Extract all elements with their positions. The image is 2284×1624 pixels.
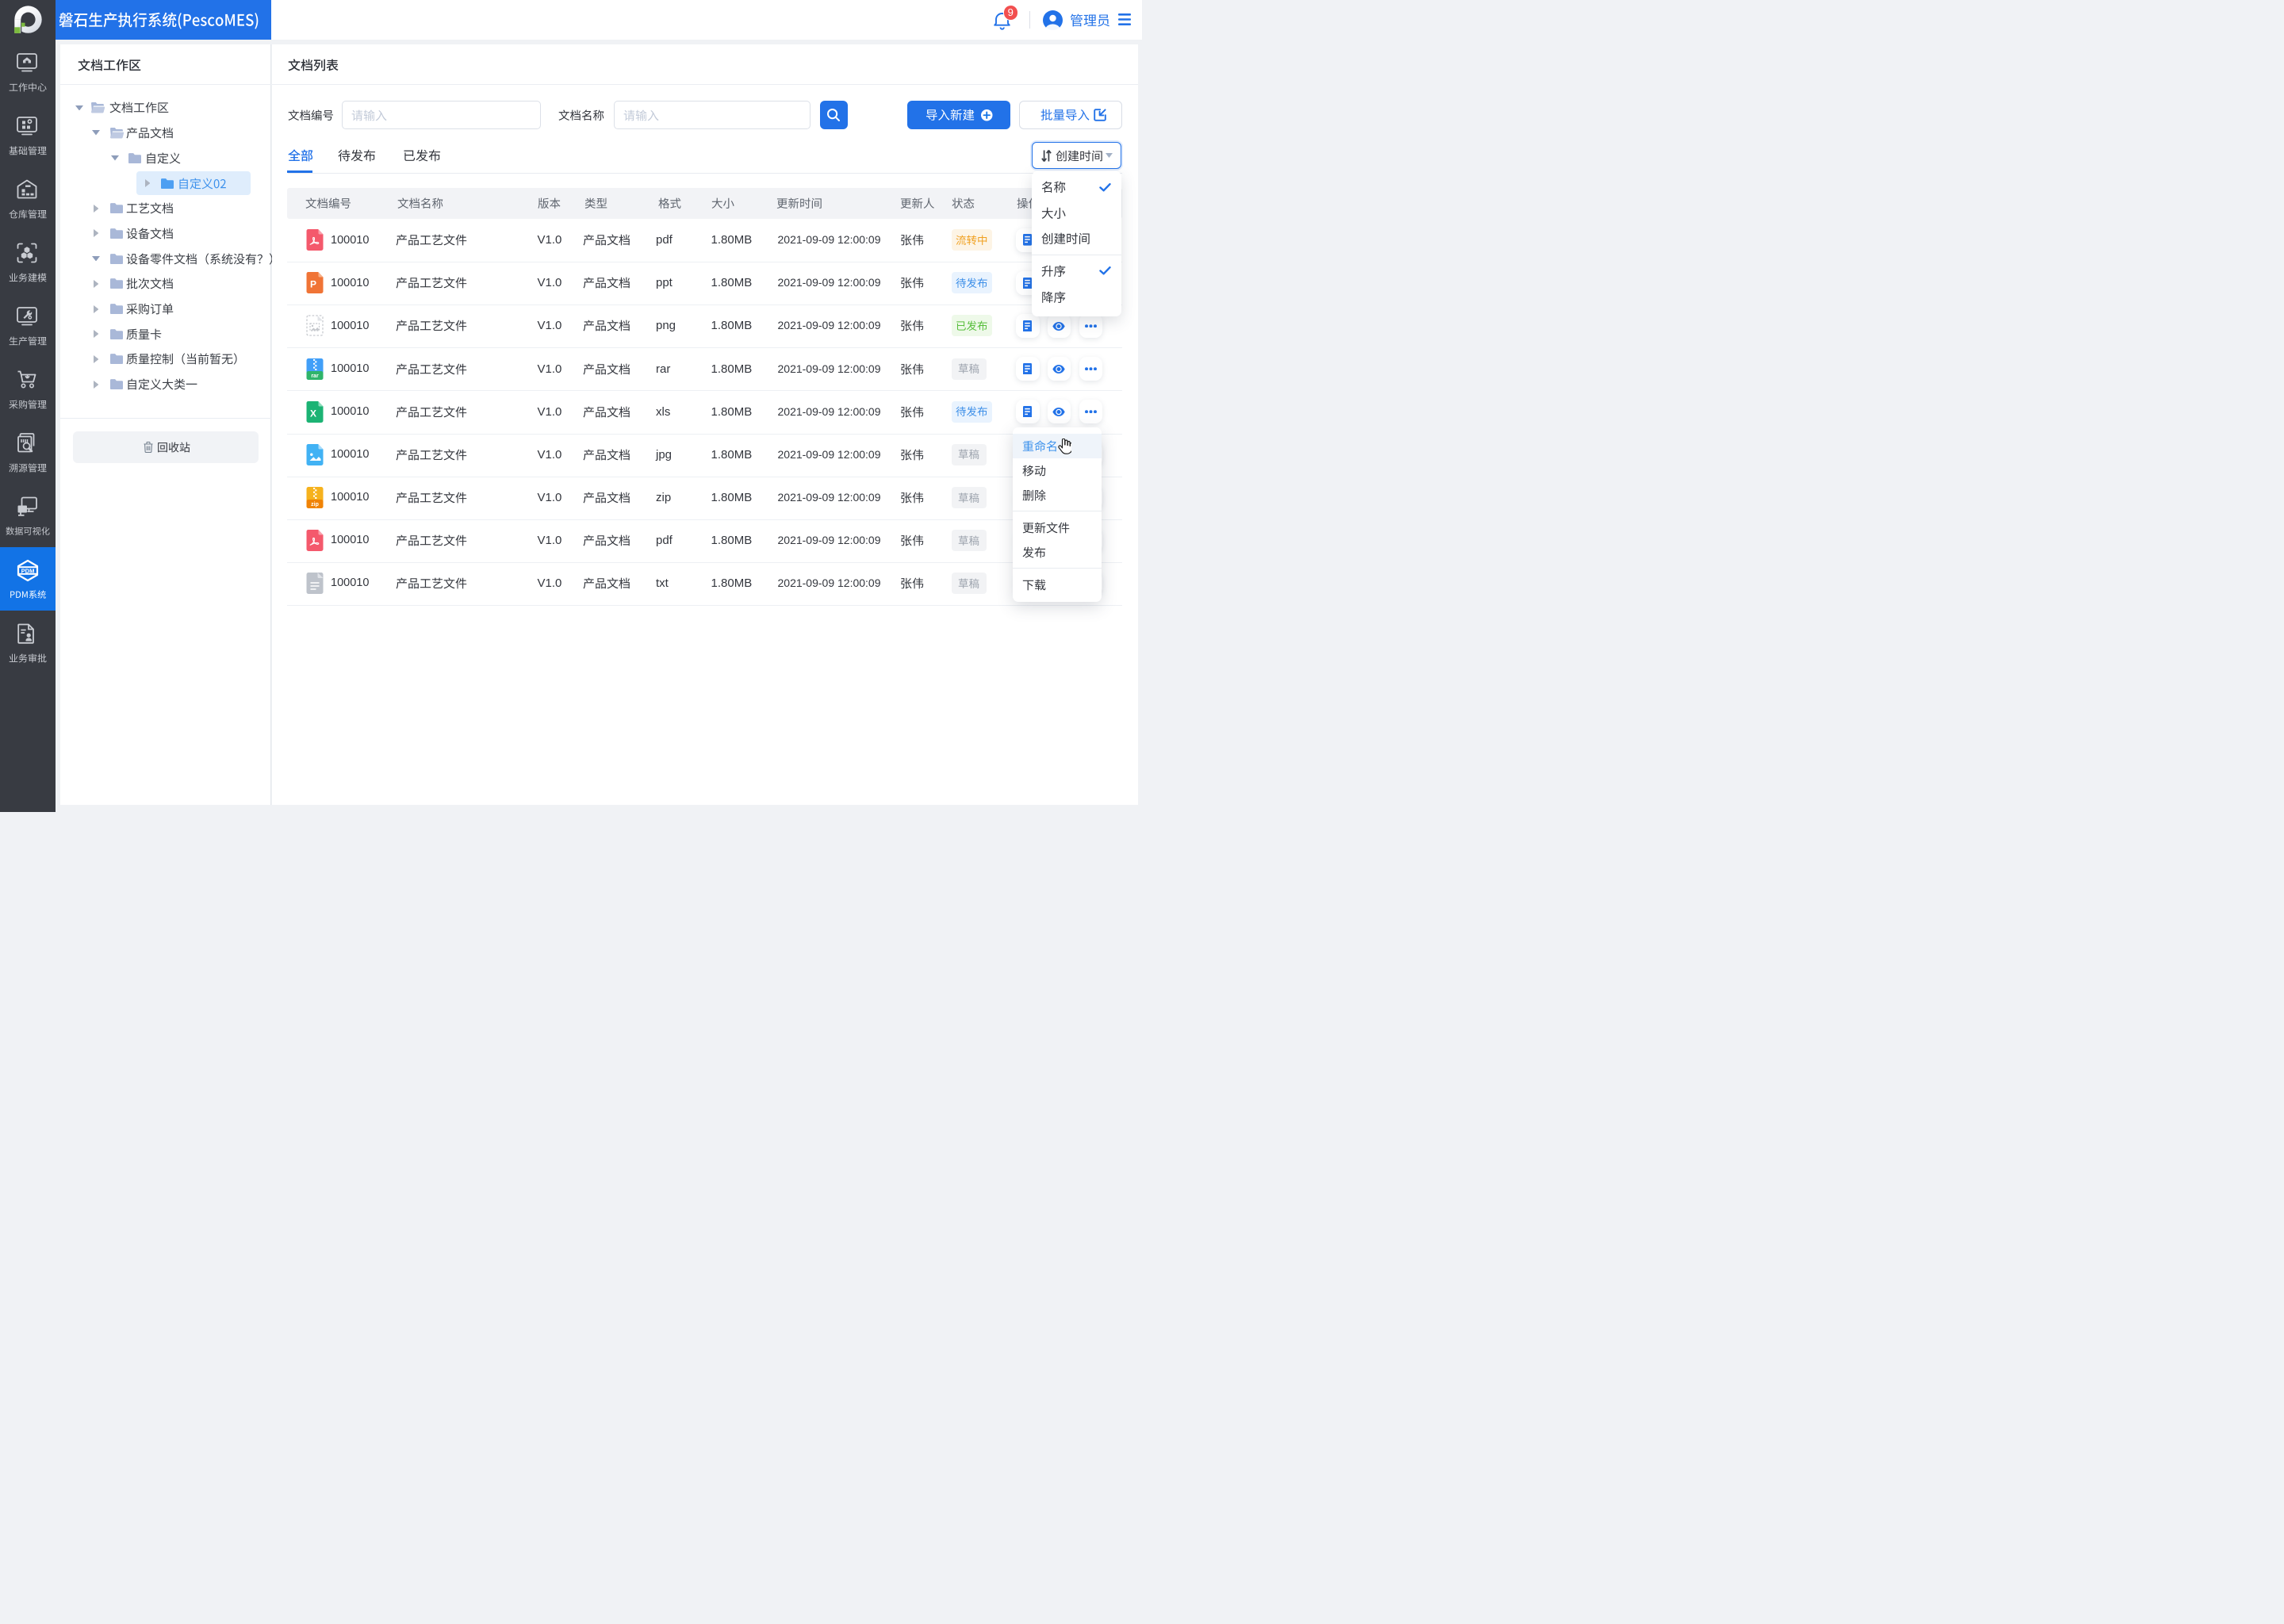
svg-text:PDM: PDM <box>21 567 35 574</box>
svg-text:zip: zip <box>311 502 319 508</box>
svg-text:rar: rar <box>311 373 319 379</box>
svg-text:X: X <box>309 408 316 419</box>
svg-text:P: P <box>309 279 316 290</box>
